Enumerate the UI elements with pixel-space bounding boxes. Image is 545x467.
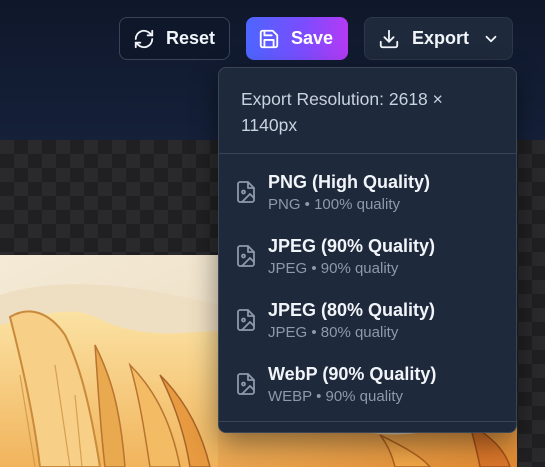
save-button[interactable]: Save	[246, 17, 348, 60]
export-button[interactable]: Export	[364, 17, 513, 60]
export-option-webp-90[interactable]: WebP (90% Quality) WEBP • 90% quality	[219, 359, 516, 423]
export-option-label: WebP (90% Quality)	[268, 364, 437, 384]
download-icon	[379, 29, 399, 48]
export-option-label: JPEG (90% Quality)	[268, 236, 436, 256]
image-file-icon	[237, 245, 255, 267]
export-option-label: JPEG (80% Quality)	[268, 300, 436, 320]
export-resolution: Export Resolution: 2618 × 1140px	[219, 68, 516, 154]
save-icon	[259, 29, 279, 48]
image-file-icon	[237, 373, 255, 395]
image-file-icon	[237, 309, 255, 331]
menu-divider	[219, 421, 516, 422]
export-option-png[interactable]: PNG (High Quality) PNG • 100% quality	[219, 167, 516, 231]
reset-label: Reset	[166, 28, 216, 48]
export-option-jpeg-80[interactable]: JPEG (80% Quality) JPEG • 80% quality	[219, 295, 516, 359]
export-option-detail: JPEG • 90% quality	[268, 260, 399, 277]
export-option-detail: PNG • 100% quality	[268, 196, 400, 213]
export-option-jpeg-90[interactable]: JPEG (90% Quality) JPEG • 90% quality	[219, 231, 516, 295]
export-options-list: PNG (High Quality) PNG • 100% quality JP…	[219, 154, 516, 423]
export-option-label: PNG (High Quality)	[268, 172, 430, 192]
chevron-down-icon	[485, 35, 497, 42]
export-menu: Export Resolution: 2618 × 1140px PNG (Hi…	[218, 67, 517, 433]
save-label: Save	[291, 28, 334, 48]
rotate-ccw-icon	[134, 29, 154, 48]
export-option-detail: WEBP • 90% quality	[268, 388, 404, 405]
export-label: Export	[412, 28, 470, 48]
image-file-icon	[237, 181, 255, 203]
reset-button[interactable]: Reset	[119, 17, 230, 60]
export-option-detail: JPEG • 80% quality	[268, 324, 399, 341]
